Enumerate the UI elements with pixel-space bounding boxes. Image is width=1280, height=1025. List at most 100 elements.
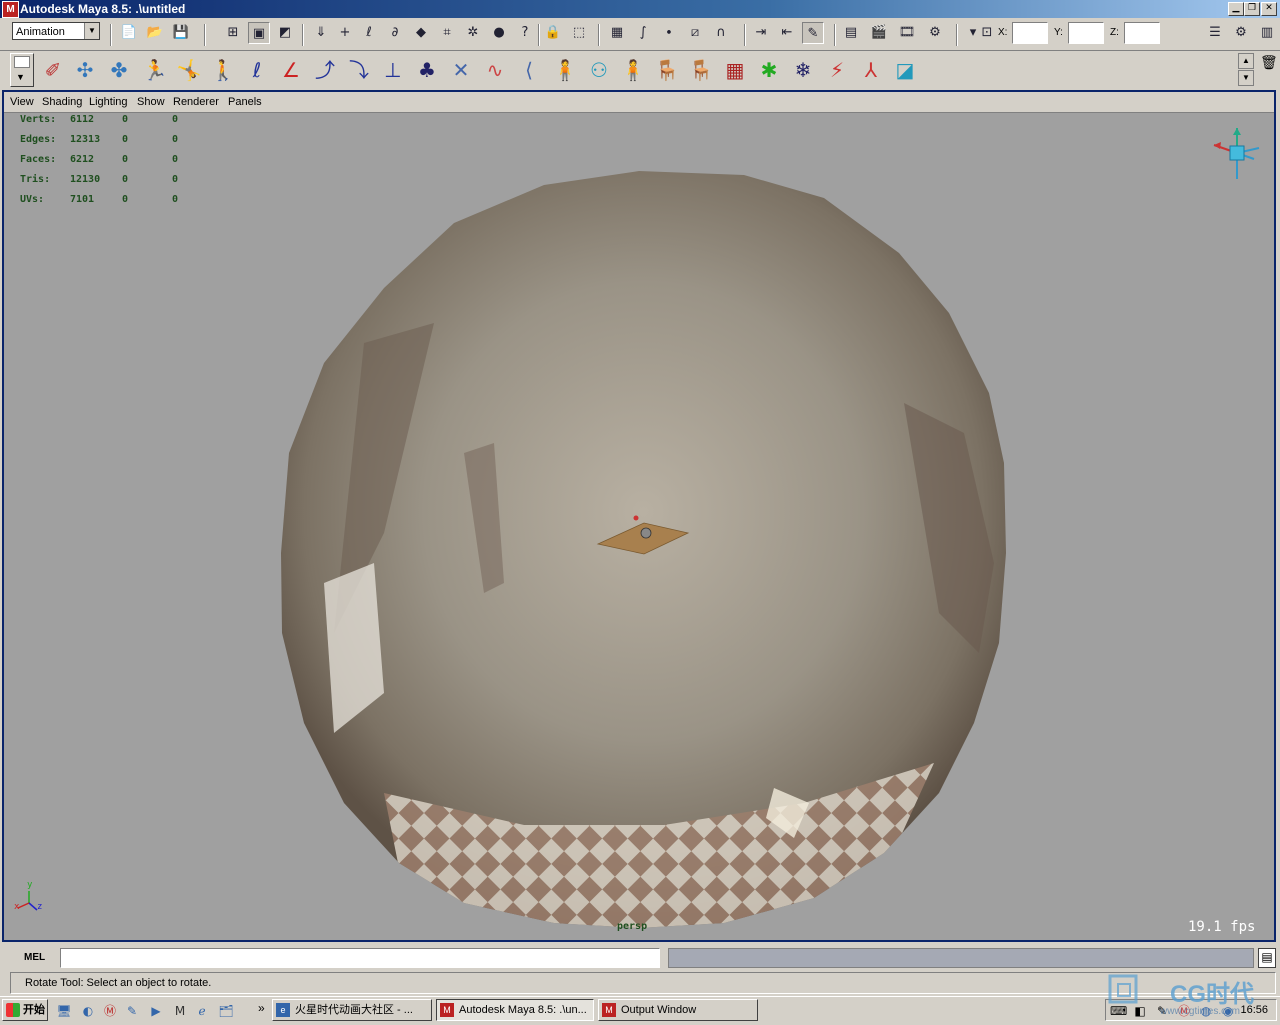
constraint-icon[interactable]: 🪑 [652, 54, 682, 86]
tray-app-icon[interactable]: ◧ [1132, 1003, 1148, 1019]
y-field[interactable] [1068, 22, 1104, 44]
output-connections-icon[interactable]: ⇤ [776, 22, 798, 44]
lock-selection-icon[interactable]: 🔒 [542, 22, 564, 44]
quicklaunch-tool-icon[interactable]: ✎ [124, 1003, 140, 1019]
ik-handle-icon[interactable]: ∠ [276, 54, 306, 86]
taskbar-item-browser[interactable]: e 火星时代动画大社区 - ... [272, 999, 432, 1021]
channel-box-icon[interactable]: ▥ [1256, 22, 1278, 44]
joint-tool-icon[interactable]: ℓ [242, 54, 272, 86]
quicklaunch-maya-icon[interactable]: Ⓜ [102, 1003, 118, 1019]
render-current-frame-icon[interactable]: 🎬 [868, 22, 890, 44]
ime-icon[interactable]: ✎ [1154, 1003, 1170, 1019]
menu-shading[interactable]: Shading [42, 96, 82, 108]
smooth-bind-icon[interactable]: ✣ [70, 54, 100, 86]
mask-rendering-icon[interactable]: ● [488, 22, 510, 44]
pose-icon[interactable]: 🚶 [208, 54, 238, 86]
chevron-down-icon[interactable]: ▼ [84, 23, 99, 39]
biped-icon[interactable]: 🧍 [550, 54, 580, 86]
mask-deformations-icon[interactable]: ⌗ [436, 22, 458, 44]
snap-curve-icon[interactable]: ∫ [632, 22, 654, 44]
snap-grid-icon[interactable]: ▦ [606, 22, 628, 44]
x-field[interactable] [1012, 22, 1048, 44]
character-set-icon[interactable]: 🤸 [174, 54, 204, 86]
maya-app-icon[interactable]: M [2, 1, 19, 18]
highlight-selection-icon[interactable]: ⬚ [568, 22, 590, 44]
snap-view-plane-icon[interactable]: ⧄ [684, 22, 706, 44]
quicklaunch-m-icon[interactable]: M [172, 1003, 188, 1019]
close-button[interactable]: ✕ [1261, 2, 1277, 16]
start-button[interactable]: 开始 [2, 999, 48, 1021]
blend-shape-icon[interactable]: ▦ [720, 54, 750, 86]
view-cube-compass[interactable] [1213, 128, 1260, 179]
tool-settings-icon[interactable]: ⚙ [1230, 22, 1252, 44]
new-scene-icon[interactable]: 📄 [118, 22, 140, 44]
attribute-editor-icon[interactable]: ☰ [1204, 22, 1226, 44]
cluster-icon[interactable]: ♣ [412, 54, 442, 86]
squash-icon[interactable]: ⚡ [822, 54, 852, 86]
wave-icon[interactable]: ◪ [890, 54, 920, 86]
menu-renderer[interactable]: Renderer [173, 96, 219, 108]
tray-network-icon[interactable]: ◍ [1198, 1003, 1214, 1019]
character-icon[interactable]: 🏃 [140, 54, 170, 86]
save-scene-icon[interactable]: 💾 [170, 22, 192, 44]
select-object-icon[interactable]: ▣ [248, 22, 270, 44]
flare-icon[interactable]: ❄ [788, 54, 818, 86]
asterisk-icon[interactable]: ✱ [754, 54, 784, 86]
trash-icon[interactable]: 🗑 [1260, 55, 1278, 71]
restore-button[interactable]: ❐ [1244, 2, 1260, 16]
make-live-icon[interactable]: ∩ [710, 22, 732, 44]
construction-history-icon[interactable]: ✎ [802, 22, 824, 44]
mirror-biped-icon[interactable]: ⚇ [584, 54, 614, 86]
script-editor-icon[interactable]: ▤ [1258, 948, 1276, 968]
ik-spline-icon[interactable]: ⤴ [310, 54, 340, 86]
mask-surfaces-icon[interactable]: ◆ [410, 22, 432, 44]
menu-panels[interactable]: Panels [228, 96, 262, 108]
numeric-input-icon[interactable]: ⊡ [976, 22, 998, 44]
menu-lighting[interactable]: Lighting [89, 96, 128, 108]
mel-label[interactable]: MEL [24, 952, 45, 963]
menu-view[interactable]: View [10, 96, 34, 108]
tray-volume-icon[interactable]: ◉ [1220, 1003, 1236, 1019]
constraint2-icon[interactable]: 🪑 [686, 54, 716, 86]
taskbar-item-output-window[interactable]: M Output Window [598, 999, 758, 1021]
render-view-icon[interactable]: ▤ [840, 22, 862, 44]
retarget-icon[interactable]: 🧍 [618, 54, 648, 86]
skin-paint-icon[interactable]: ✐ [38, 54, 68, 86]
media-player-icon[interactable]: ▶ [148, 1003, 164, 1019]
mask-dynamics-icon[interactable]: ✲ [462, 22, 484, 44]
remove-joint-icon[interactable]: ⊥ [378, 54, 408, 86]
keyboard-icon[interactable]: ⌨ [1110, 1003, 1127, 1019]
wire-deformer-icon[interactable]: ∿ [480, 54, 510, 86]
ipr-render-icon[interactable]: 🎞 [896, 22, 918, 44]
rigid-bind-icon[interactable]: ✤ [104, 54, 134, 86]
show-desktop-icon[interactable]: 🖥 [56, 1003, 72, 1019]
twist-icon[interactable]: ⅄ [856, 54, 886, 86]
select-component-icon[interactable]: ◩ [274, 22, 296, 44]
mask-filter-icon[interactable]: ⇓ [310, 22, 332, 44]
mask-joints-icon[interactable]: ℓ [358, 22, 380, 44]
snap-point-icon[interactable]: ∙ [658, 22, 680, 44]
open-scene-icon[interactable]: 📂 [144, 22, 166, 44]
taskbar-item-maya[interactable]: M Autodesk Maya 8.5: .\un... [436, 999, 594, 1021]
mask-curves-icon[interactable]: ∂ [384, 22, 406, 44]
z-field[interactable] [1124, 22, 1160, 44]
tray-maya-icon[interactable]: Ⓜ [1176, 1003, 1192, 1019]
select-hierarchy-icon[interactable]: ⊞ [222, 22, 244, 44]
bend-deformer-icon[interactable]: ⟨ [514, 54, 544, 86]
mask-handles-icon[interactable]: + [334, 22, 356, 44]
shelf-scroll-up[interactable]: ▲ [1238, 53, 1254, 69]
lattice-icon[interactable]: ✕ [446, 54, 476, 86]
shelf-scroll-down[interactable]: ▼ [1238, 70, 1254, 86]
shelf-tabs-menu[interactable]: ▼ [10, 53, 34, 87]
insert-joint-icon[interactable]: ⤵ [344, 54, 374, 86]
quicklaunch-folder-icon[interactable]: 🗂 [218, 1003, 234, 1019]
viewport-3d[interactable]: y x z Verts: 6112 0 0 Edges: 12313 0 0 F… [4, 113, 1274, 940]
input-connections-icon[interactable]: ⇥ [750, 22, 772, 44]
quicklaunch-overflow[interactable]: » [258, 1001, 265, 1015]
mask-misc-icon[interactable]: ? [514, 22, 536, 44]
menu-set-dropdown[interactable]: Animation ▼ [12, 22, 100, 40]
quicklaunch-app-icon[interactable]: ◐ [80, 1003, 96, 1019]
render-globals-icon[interactable]: ⚙ [924, 22, 946, 44]
menu-show[interactable]: Show [137, 96, 165, 108]
mel-input[interactable] [60, 948, 660, 968]
